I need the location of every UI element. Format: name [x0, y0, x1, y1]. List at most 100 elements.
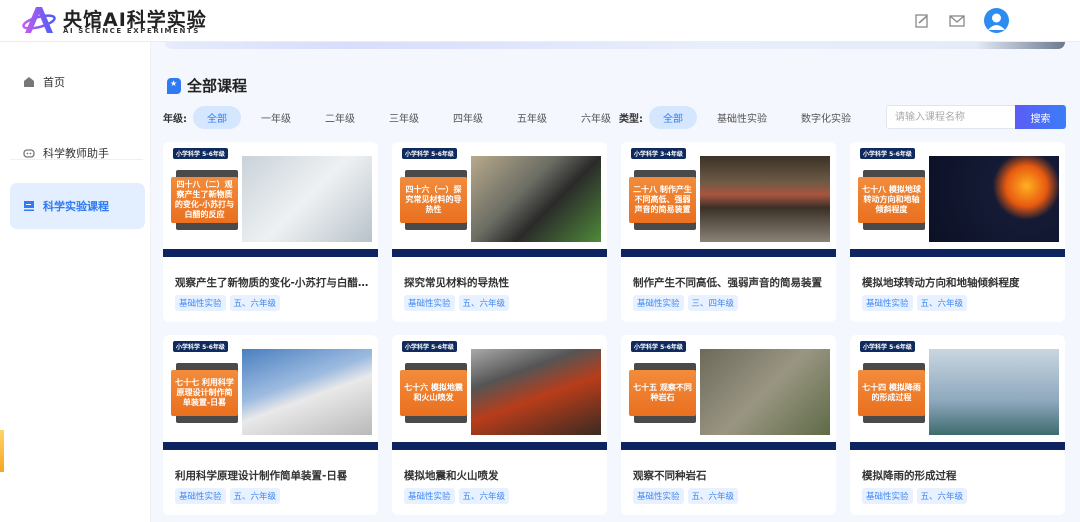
course-title[interactable]: 观察不同种岩石: [633, 468, 828, 483]
grade-badge: 小学科学 5-6年级: [860, 148, 915, 159]
grade-tag: 五、六年级: [687, 488, 739, 504]
grade-badge: 小学科学 5-6年级: [860, 341, 915, 352]
grade-badge: 小学科学 3-4年级: [631, 148, 686, 159]
user-avatar[interactable]: [984, 8, 1009, 33]
course-card[interactable]: 小学科学 5-6年级 四十六（一）探究常见材料的导热性 探究常见材料的导热性 基…: [392, 142, 607, 322]
course-thumbnail: [929, 349, 1059, 435]
course-card[interactable]: 小学科学 3-4年级 二十八 制作产生不同高低、强弱声音的简易装置 制作产生不同…: [621, 142, 836, 322]
course-thumbnail: [471, 349, 601, 435]
cover-bar: [163, 249, 378, 257]
type-option-digital[interactable]: 数字化实验: [787, 106, 865, 129]
sidebar-item-home[interactable]: 首页: [10, 59, 145, 105]
grade-tag: 五、六年级: [458, 295, 510, 311]
cover-bar: [392, 442, 607, 450]
course-card[interactable]: 小学科学 5-6年级 七十六 模拟地震和火山喷发 模拟地震和火山喷发 基础性实验…: [392, 335, 607, 515]
type-option-basic[interactable]: 基础性实验: [703, 106, 781, 129]
course-title[interactable]: 模拟地震和火山喷发: [404, 468, 599, 483]
course-thumbnail: [929, 156, 1059, 242]
type-filter-label: 类型:: [619, 114, 643, 125]
grade-tag: 五、六年级: [916, 295, 968, 311]
bookmark-icon: [167, 77, 181, 94]
type-tag: 基础性实验: [175, 295, 226, 311]
grade-badge: 小学科学 5-6年级: [631, 341, 686, 352]
course-title[interactable]: 制作产生不同高低、强弱声音的简易装置: [633, 275, 828, 290]
search-button[interactable]: 搜索: [1015, 105, 1066, 129]
sidebar-item-label: 科学实验课程: [43, 200, 109, 213]
search-bar: 搜索: [886, 105, 1066, 129]
sidebar-item-label: 科学教师助手: [43, 147, 109, 160]
side-handle[interactable]: [0, 430, 4, 472]
course-card[interactable]: 小学科学 5-6年级 七十八 模拟地球转动方向和地轴倾斜程度 模拟地球转动方向和…: [850, 142, 1065, 322]
course-thumbnail: [242, 156, 372, 242]
monitor-icon: [23, 200, 35, 212]
grade-option-3[interactable]: 三年级: [375, 106, 433, 129]
type-option-all[interactable]: 全部: [649, 106, 697, 129]
type-tag: 基础性实验: [404, 295, 455, 311]
grade-filter: 年级: 全部 一年级 二年级 三年级 四年级 五年级 六年级: [163, 106, 631, 129]
grade-badge: 小学科学 5-6年级: [173, 148, 228, 159]
grade-filter-label: 年级:: [163, 114, 187, 125]
cover-label: 七十五 观察不同种岩石: [629, 370, 696, 416]
sidebar-item-experiment-courses[interactable]: 科学实验课程: [10, 183, 145, 229]
cover-bar: [392, 249, 607, 257]
course-card[interactable]: 小学科学 5-6年级 七十五 观察不同种岩石 观察不同种岩石 基础性实验 五、六年…: [621, 335, 836, 515]
grade-badge: 小学科学 5-6年级: [402, 341, 457, 352]
brand-subtitle: AI SCIENCE EXPERIMENTS: [63, 27, 200, 35]
course-card[interactable]: 小学科学 5-6年级 七十四 模拟降雨的形成过程 模拟降雨的形成过程 基础性实验…: [850, 335, 1065, 515]
type-filter: 类型: 全部 基础性实验 数字化实验: [619, 106, 871, 129]
home-icon: [23, 76, 35, 88]
cover-bar: [621, 249, 836, 257]
grade-option-all[interactable]: 全部: [193, 106, 241, 129]
cover-bar: [850, 442, 1065, 450]
type-tag: 基础性实验: [175, 488, 226, 504]
sidebar-item-label: 首页: [43, 76, 65, 89]
course-thumbnail: [700, 349, 830, 435]
grade-option-2[interactable]: 二年级: [311, 106, 369, 129]
sidebar: 首页 科学教师助手 科学实验课程: [0, 42, 151, 522]
cover-label: 二十八 制作产生不同高低、强弱声音的简易装置: [629, 177, 696, 223]
type-tag: 基础性实验: [633, 295, 684, 311]
sidebar-item-teacher-assistant[interactable]: 科学教师助手: [10, 130, 145, 176]
grade-badge: 小学科学 5-6年级: [402, 148, 457, 159]
grade-option-1[interactable]: 一年级: [247, 106, 305, 129]
type-tag: 基础性实验: [862, 295, 913, 311]
grade-option-5[interactable]: 五年级: [503, 106, 561, 129]
mail-icon[interactable]: [949, 13, 965, 29]
cover-label: 四十八（二）观察产生了新物质的变化-小苏打与白醋的反应: [171, 177, 238, 223]
cover-label: 七十六 模拟地震和火山喷发: [400, 370, 467, 416]
course-thumbnail: [700, 156, 830, 242]
edit-icon[interactable]: [914, 13, 930, 29]
cover-label: 七十八 模拟地球转动方向和地轴倾斜程度: [858, 177, 925, 223]
course-title[interactable]: 模拟降雨的形成过程: [862, 468, 1057, 483]
grade-tag: 五、六年级: [229, 295, 281, 311]
grade-tag: 三、四年级: [687, 295, 739, 311]
grade-tag: 五、六年级: [916, 488, 968, 504]
grade-tag: 五、六年级: [229, 488, 281, 504]
grade-badge: 小学科学 5-6年级: [173, 341, 228, 352]
robot-icon: [23, 147, 35, 159]
cover-bar: [850, 249, 1065, 257]
logo-icon: [22, 7, 56, 33]
course-thumbnail: [471, 156, 601, 242]
cover-label: 七十四 模拟降雨的形成过程: [858, 370, 925, 416]
course-thumbnail: [242, 349, 372, 435]
cover-bar: [621, 442, 836, 450]
course-title[interactable]: 利用科学原理设计制作简单装置-日晷: [175, 468, 370, 483]
page-title-text: 全部课程: [187, 77, 248, 95]
cover-label: 四十六（一）探究常见材料的导热性: [400, 177, 467, 223]
search-input[interactable]: [886, 105, 1015, 129]
course-title[interactable]: 观察产生了新物质的变化-小苏打与白醋的反应: [175, 275, 370, 290]
banner: [165, 42, 1065, 49]
cover-label: 七十七 利用科学原理设计制作简单装置-日晷: [171, 370, 238, 416]
grade-tag: 五、六年级: [458, 488, 510, 504]
page-title: 全部课程: [167, 75, 247, 96]
grade-option-4[interactable]: 四年级: [439, 106, 497, 129]
course-card[interactable]: 小学科学 5-6年级 四十八（二）观察产生了新物质的变化-小苏打与白醋的反应 观…: [163, 142, 378, 322]
type-tag: 基础性实验: [633, 488, 684, 504]
type-tag: 基础性实验: [862, 488, 913, 504]
cover-bar: [163, 442, 378, 450]
grade-option-6[interactable]: 六年级: [567, 106, 625, 129]
course-card[interactable]: 小学科学 5-6年级 七十七 利用科学原理设计制作简单装置-日晷 利用科学原理设…: [163, 335, 378, 515]
course-title[interactable]: 模拟地球转动方向和地轴倾斜程度: [862, 275, 1057, 290]
course-title[interactable]: 探究常见材料的导热性: [404, 275, 599, 290]
